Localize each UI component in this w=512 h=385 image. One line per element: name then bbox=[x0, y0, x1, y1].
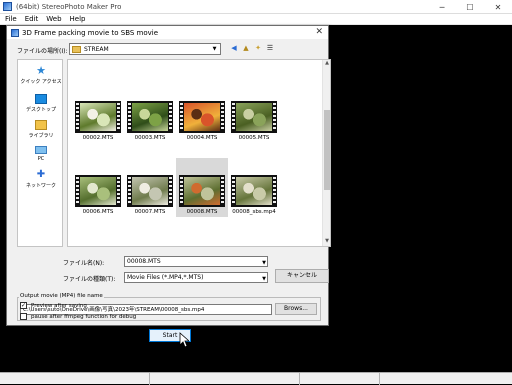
pause-checkbox-row[interactable]: pause after ffmpeg function for debug bbox=[20, 313, 136, 320]
file-item[interactable]: 00007.MTS bbox=[124, 171, 176, 217]
status-pane bbox=[0, 373, 150, 385]
video-thumbnail bbox=[179, 101, 225, 133]
file-name: 00008.MTS bbox=[186, 209, 218, 215]
place-network[interactable]: ✚ ネットワーク bbox=[18, 169, 64, 190]
look-in-label: ファイルの場所(I): bbox=[17, 48, 68, 55]
maximize-button[interactable]: ☐ bbox=[456, 0, 484, 14]
file-name: 00005.MTS bbox=[238, 135, 270, 141]
up-folder-icon[interactable]: ▲ bbox=[241, 43, 251, 53]
dialog-titlebar: 3D Frame packing movie to SBS movie ✕ bbox=[7, 26, 328, 39]
file-name: 00004.MTS bbox=[186, 135, 218, 141]
place-desktop[interactable]: デスクトップ bbox=[18, 94, 64, 113]
video-thumbnail bbox=[179, 175, 225, 207]
app-title: (64bit) StereoPhoto Maker Pro bbox=[16, 2, 122, 11]
menu-web[interactable]: Web bbox=[46, 15, 61, 23]
cancel-button[interactable]: キャンセル bbox=[275, 269, 329, 283]
look-in-value: STREAM bbox=[84, 45, 109, 53]
video-thumbnail bbox=[231, 175, 277, 207]
library-icon bbox=[35, 120, 47, 130]
scroll-down-icon[interactable]: ▼ bbox=[323, 238, 330, 246]
close-button[interactable]: ✕ bbox=[484, 0, 512, 14]
menu-edit[interactable]: Edit bbox=[25, 15, 39, 23]
file-name: 00007.MTS bbox=[134, 209, 166, 215]
browse-button[interactable]: Brows... bbox=[275, 303, 317, 315]
folder-icon bbox=[72, 45, 81, 53]
preview-checkbox-row[interactable]: ✓ Preview after saving bbox=[20, 302, 87, 309]
output-group-title: Output movie (MP4) file name bbox=[19, 293, 104, 299]
view-menu-icon[interactable]: ☰ bbox=[265, 43, 275, 53]
dialog-icon bbox=[11, 28, 19, 37]
preview-checkbox[interactable]: ✓ bbox=[20, 302, 27, 309]
filename-label: ファイル名(N): bbox=[63, 260, 105, 267]
star-icon: ★ bbox=[36, 64, 46, 77]
status-bar bbox=[0, 372, 512, 385]
file-item[interactable]: 00002.MTS bbox=[72, 97, 124, 143]
file-item[interactable]: 00008_sbs.mp4 bbox=[228, 171, 280, 217]
video-thumbnail bbox=[127, 101, 173, 133]
dialog-close-icon[interactable]: ✕ bbox=[315, 27, 323, 37]
file-list[interactable]: 00002.MTS 00003.MTS 00004.MTS 00005.MTS … bbox=[67, 59, 331, 247]
back-icon[interactable]: ◀ bbox=[229, 43, 239, 53]
file-item[interactable]: 00006.MTS bbox=[72, 171, 124, 217]
file-item-selected[interactable]: 00008.MTS bbox=[176, 158, 228, 217]
menubar: File Edit Web Help bbox=[0, 14, 512, 25]
pause-checkbox[interactable] bbox=[20, 313, 27, 320]
nav-toolbar: ◀ ▲ ✦ ☰ bbox=[229, 43, 277, 53]
vertical-scrollbar[interactable]: ▲ ▼ bbox=[322, 60, 330, 246]
file-item[interactable]: 00004.MTS bbox=[176, 97, 228, 143]
look-in-dropdown[interactable]: STREAM ▼ bbox=[69, 43, 221, 55]
status-pane bbox=[150, 373, 300, 385]
chevron-down-icon[interactable]: ▼ bbox=[262, 258, 266, 268]
window-controls: ─ ☐ ✕ bbox=[428, 0, 512, 14]
computer-icon bbox=[35, 146, 47, 154]
filename-input[interactable]: 00008.MTS ▼ bbox=[124, 256, 268, 267]
video-thumbnail bbox=[231, 101, 277, 133]
desktop-icon bbox=[35, 94, 47, 104]
menu-file[interactable]: File bbox=[5, 15, 17, 23]
file-name: 00002.MTS bbox=[82, 135, 114, 141]
file-item[interactable]: 00003.MTS bbox=[124, 97, 176, 143]
place-library[interactable]: ライブラリ bbox=[18, 120, 64, 139]
place-label: ライブラリ bbox=[28, 133, 54, 139]
filetype-dropdown[interactable]: Movie Files (*.MP4,*.MTS) ▼ bbox=[124, 272, 268, 283]
filetype-label: ファイルの種類(T): bbox=[63, 276, 116, 283]
place-label: ネットワーク bbox=[25, 183, 56, 189]
new-folder-icon[interactable]: ✦ bbox=[253, 43, 263, 53]
place-quick-access[interactable]: ★ クイック アクセス bbox=[18, 64, 64, 85]
status-pane bbox=[300, 373, 380, 385]
filename-value: 00008.MTS bbox=[127, 258, 161, 265]
place-label: デスクトップ bbox=[25, 107, 56, 113]
places-bar: ★ クイック アクセス デスクトップ ライブラリ PC ✚ ネットワーク bbox=[17, 59, 63, 247]
video-thumbnail bbox=[127, 175, 173, 207]
video-thumbnail bbox=[75, 175, 121, 207]
preview-label: Preview after saving bbox=[31, 302, 87, 309]
menu-help[interactable]: Help bbox=[70, 15, 86, 23]
app-icon bbox=[3, 2, 12, 11]
dialog-title: 3D Frame packing movie to SBS movie bbox=[22, 28, 159, 37]
app-titlebar: (64bit) StereoPhoto Maker Pro ─ ☐ ✕ bbox=[0, 0, 512, 14]
pause-label: pause after ffmpeg function for debug bbox=[31, 313, 137, 320]
file-name: 00006.MTS bbox=[82, 209, 114, 215]
filetype-value: Movie Files (*.MP4,*.MTS) bbox=[127, 274, 204, 281]
place-label: クイック アクセス bbox=[20, 79, 62, 85]
place-pc[interactable]: PC bbox=[18, 146, 64, 162]
frame-packing-dialog: 3D Frame packing movie to SBS movie ✕ ファ… bbox=[6, 25, 331, 348]
scroll-thumb[interactable] bbox=[324, 110, 330, 190]
minimize-button[interactable]: ─ bbox=[428, 0, 456, 14]
network-icon: ✚ bbox=[36, 169, 46, 180]
chevron-down-icon: ▼ bbox=[262, 276, 266, 282]
scroll-up-icon[interactable]: ▲ bbox=[323, 60, 330, 68]
file-name: 00008_sbs.mp4 bbox=[232, 209, 276, 215]
video-thumbnail bbox=[75, 101, 121, 133]
mouse-cursor-icon bbox=[179, 332, 189, 348]
chevron-down-icon: ▼ bbox=[212, 46, 217, 52]
file-name: 00003.MTS bbox=[134, 135, 166, 141]
file-item[interactable]: 00005.MTS bbox=[228, 97, 280, 143]
place-label: PC bbox=[37, 156, 45, 162]
